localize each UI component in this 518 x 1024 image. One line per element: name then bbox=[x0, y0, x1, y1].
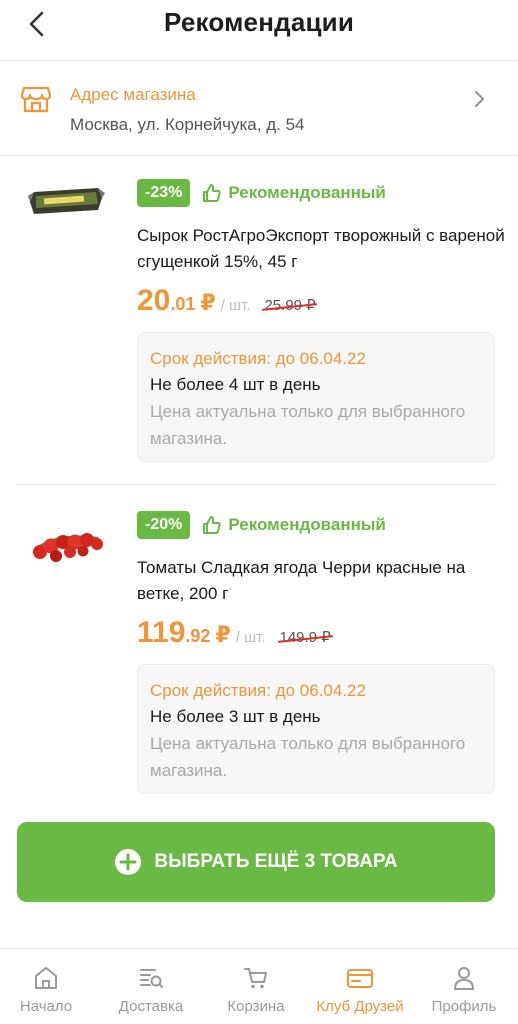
discount-badge: -23% bbox=[137, 179, 191, 207]
product-name: Томаты Сладкая ягода Черри красные на ве… bbox=[137, 558, 466, 603]
nav-item-cart[interactable]: Корзина bbox=[204, 965, 308, 1015]
plus-circle-icon bbox=[115, 849, 142, 875]
price-currency: ₽ bbox=[215, 622, 231, 647]
club-card-icon bbox=[347, 969, 373, 988]
recommended-label: Рекомендованный bbox=[228, 183, 386, 202]
select-more-label: ВЫБРАТЬ ЕЩЁ 3 ТОВАРА bbox=[154, 851, 398, 872]
recommended-label: Рекомендованный bbox=[228, 515, 386, 534]
price-unit: / шт. bbox=[220, 297, 251, 314]
offer-note: Цена актуальна только для выбранного маг… bbox=[150, 402, 466, 448]
offer-info-box: Срок действия: до 06.04.22 Не более 3 шт… bbox=[137, 664, 495, 794]
divider bbox=[17, 484, 497, 485]
home-icon bbox=[35, 967, 57, 989]
thumbs-up-icon bbox=[203, 516, 221, 534]
profile-icon bbox=[454, 967, 474, 990]
price-unit: / шт. bbox=[235, 629, 266, 646]
delivery-icon bbox=[140, 969, 163, 988]
product-name: Сырок РостАгроЭкспорт творожный с варено… bbox=[137, 226, 505, 271]
nav-item-club[interactable]: Клуб Друзей bbox=[308, 965, 412, 1015]
price-integer: 20 bbox=[137, 284, 171, 317]
price-decimal: .01 bbox=[170, 294, 196, 314]
product-badges: -20% Рекомендованный bbox=[137, 510, 386, 540]
product-image-cherry-tomatoes bbox=[33, 533, 103, 562]
offer-note: Цена актуальна только для выбранного маг… bbox=[150, 734, 466, 780]
recommended-badge: Рекомендованный bbox=[202, 515, 386, 535]
nav-item-home[interactable]: Начало bbox=[0, 965, 98, 1015]
nav-label: Доставка bbox=[118, 998, 184, 1015]
price-integer: 119 bbox=[137, 616, 186, 649]
page-title: Рекомендации bbox=[163, 7, 355, 37]
product-card[interactable]: -23% Рекомендованный Сырок РостАгроЭкспо… bbox=[0, 160, 518, 480]
nav-label: Клуб Друзей bbox=[316, 998, 404, 1015]
old-price: 25.99 ₽ bbox=[264, 297, 316, 314]
select-more-button[interactable]: ВЫБРАТЬ ЕЩЁ 3 ТОВАРА bbox=[17, 822, 495, 902]
store-address-row[interactable]: Адрес магазина Москва, ул. Корнейчука, д… bbox=[0, 60, 518, 156]
recommended-badge: Рекомендованный bbox=[202, 183, 386, 203]
store-icon bbox=[20, 86, 52, 113]
old-price: 149.9 ₽ bbox=[279, 629, 331, 646]
product-card[interactable]: -20% Рекомендованный Томаты Сладкая ягод… bbox=[0, 492, 518, 812]
nav-label: Начало bbox=[19, 998, 73, 1015]
offer-validity: Срок действия: до 06.04.22 bbox=[150, 681, 366, 700]
price-currency: ₽ bbox=[200, 290, 216, 315]
price-decimal: .92 bbox=[185, 626, 211, 646]
offer-limit: Не более 4 шт в день bbox=[150, 375, 321, 394]
top-bar: Рекомендации bbox=[0, 0, 518, 56]
nav-label: Корзина bbox=[227, 998, 285, 1015]
offer-info-box: Срок действия: до 06.04.22 Не более 4 шт… bbox=[137, 332, 495, 462]
product-image-cheese-bar bbox=[28, 188, 105, 214]
product-badges: -23% Рекомендованный bbox=[137, 178, 386, 208]
price-row: 119 .92 ₽ / шт. 149.9 ₽ bbox=[137, 616, 331, 650]
store-address: Москва, ул. Корнейчука, д. 54 bbox=[70, 115, 305, 134]
cart-icon bbox=[244, 968, 267, 989]
nav-item-profile[interactable]: Профиль bbox=[412, 965, 516, 1015]
thumbs-up-icon bbox=[203, 184, 221, 202]
offer-limit: Не более 3 шт в день bbox=[150, 707, 321, 726]
bottom-nav: Начало Доставка Корзина Клуб Друзей Проф… bbox=[0, 948, 518, 1024]
chevron-right-icon bbox=[474, 90, 485, 108]
nav-item-delivery[interactable]: Доставка bbox=[99, 965, 203, 1015]
discount-badge: -20% bbox=[137, 511, 191, 539]
offer-validity: Срок действия: до 06.04.22 bbox=[150, 349, 366, 368]
price-row: 20 .01 ₽ / шт. 25.99 ₽ bbox=[137, 284, 316, 318]
nav-label: Профиль bbox=[431, 998, 497, 1015]
store-title: Адрес магазина bbox=[70, 85, 196, 104]
